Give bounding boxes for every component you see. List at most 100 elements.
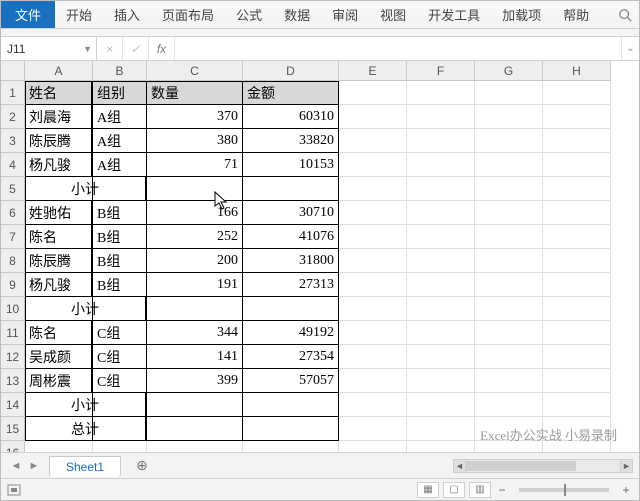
cell-E9[interactable] [339,273,407,297]
zoom-slider[interactable] [519,488,609,492]
cell-E14[interactable] [339,393,407,417]
cell-E12[interactable] [339,345,407,369]
cell-C16[interactable] [147,441,243,452]
formula-input[interactable] [175,37,621,60]
cell-G13[interactable] [475,369,543,393]
hscroll-left-icon[interactable]: ◄ [454,460,466,472]
cell-A16[interactable] [25,441,93,452]
cell-H12[interactable] [543,345,611,369]
row-header-2[interactable]: 2 [1,105,25,129]
cell-A13[interactable]: 周彬震 [24,369,92,393]
cell-E10[interactable] [339,297,407,321]
cell-A1[interactable]: 姓名 [24,81,92,105]
row-header-13[interactable]: 13 [1,369,25,393]
cell-F5[interactable] [407,177,475,201]
cell-D12[interactable]: 27354 [243,345,339,369]
col-header-H[interactable]: H [543,61,611,81]
cell-H1[interactable] [543,81,611,105]
cell-D15[interactable] [243,417,339,441]
ribbon-tab-4[interactable]: 数据 [273,1,321,28]
row-header-8[interactable]: 8 [1,249,25,273]
col-header-G[interactable]: G [475,61,543,81]
cell-D4[interactable]: 10153 [243,153,339,177]
cell-E2[interactable] [339,105,407,129]
cell-G4[interactable] [475,153,543,177]
cell-E6[interactable] [339,201,407,225]
cell-merged-AB14[interactable]: 小计 [24,393,146,417]
zoom-in-button[interactable]: + [619,483,633,497]
cell-C12[interactable]: 141 [147,345,243,369]
cell-G8[interactable] [475,249,543,273]
row-header-10[interactable]: 10 [1,297,25,321]
cell-B7[interactable]: B组 [93,225,147,249]
cell-D1[interactable]: 金额 [243,81,339,105]
cell-F1[interactable] [407,81,475,105]
ribbon-tab-9[interactable]: 帮助 [552,1,600,28]
cell-H7[interactable] [543,225,611,249]
cell-C13[interactable]: 399 [147,369,243,393]
cell-C10[interactable] [147,297,243,321]
ribbon-tab-3[interactable]: 公式 [225,1,273,28]
insert-function-button[interactable]: fx [149,37,175,60]
cell-G2[interactable] [475,105,543,129]
cell-E8[interactable] [339,249,407,273]
cell-D9[interactable]: 27313 [243,273,339,297]
cell-C11[interactable]: 344 [147,321,243,345]
cell-D3[interactable]: 33820 [243,129,339,153]
cell-A12[interactable]: 吴成颜 [24,345,92,369]
row-header-1[interactable]: 1 [1,81,25,105]
cell-A7[interactable]: 陈名 [24,225,92,249]
cell-G12[interactable] [475,345,543,369]
cell-C5[interactable] [147,177,243,201]
cell-E3[interactable] [339,129,407,153]
cell-D11[interactable]: 49192 [243,321,339,345]
ribbon-tab-5[interactable]: 审阅 [321,1,369,28]
file-tab[interactable]: 文件 [1,1,55,28]
cell-G3[interactable] [475,129,543,153]
col-header-A[interactable]: A [25,61,93,81]
cell-D2[interactable]: 60310 [243,105,339,129]
cell-C3[interactable]: 380 [147,129,243,153]
cell-B9[interactable]: B组 [93,273,147,297]
cell-C6[interactable]: 166 [147,201,243,225]
cell-H5[interactable] [543,177,611,201]
row-header-9[interactable]: 9 [1,273,25,297]
col-header-C[interactable]: C [147,61,243,81]
cell-G5[interactable] [475,177,543,201]
cell-D7[interactable]: 41076 [243,225,339,249]
cell-F13[interactable] [407,369,475,393]
cell-C7[interactable]: 252 [147,225,243,249]
col-header-D[interactable]: D [243,61,339,81]
zoom-out-button[interactable]: − [495,483,509,497]
cell-B13[interactable]: C组 [93,369,147,393]
ribbon-tab-7[interactable]: 开发工具 [417,1,491,28]
cell-E16[interactable] [339,441,407,452]
cell-H10[interactable] [543,297,611,321]
page-layout-view-button[interactable]: ▢ [443,482,465,498]
ribbon-tab-0[interactable]: 开始 [55,1,103,28]
horizontal-scrollbar[interactable]: ◄ ► [453,459,633,473]
expand-formula-bar-icon[interactable]: ⌄ [621,37,639,60]
row-header-11[interactable]: 11 [1,321,25,345]
cell-E7[interactable] [339,225,407,249]
ribbon-tab-2[interactable]: 页面布局 [151,1,225,28]
cell-H11[interactable] [543,321,611,345]
cell-A4[interactable]: 杨凡骏 [24,153,92,177]
cell-D14[interactable] [243,393,339,417]
cell-F6[interactable] [407,201,475,225]
cell-D6[interactable]: 30710 [243,201,339,225]
cell-C15[interactable] [147,417,243,441]
normal-view-button[interactable]: ▦ [417,482,439,498]
cell-B2[interactable]: A组 [93,105,147,129]
row-header-5[interactable]: 5 [1,177,25,201]
cell-C1[interactable]: 数量 [147,81,243,105]
cell-merged-AB10[interactable]: 小计 [24,297,146,321]
worksheet-grid[interactable]: ABCDEFGH 12345678910111213141516 姓名组别数量金… [1,61,639,452]
new-sheet-button[interactable]: ⊕ [131,455,153,477]
cell-G14[interactable] [475,393,543,417]
cell-D10[interactable] [243,297,339,321]
col-header-B[interactable]: B [93,61,147,81]
cell-F16[interactable] [407,441,475,452]
cell-C9[interactable]: 191 [147,273,243,297]
row-header-4[interactable]: 4 [1,153,25,177]
